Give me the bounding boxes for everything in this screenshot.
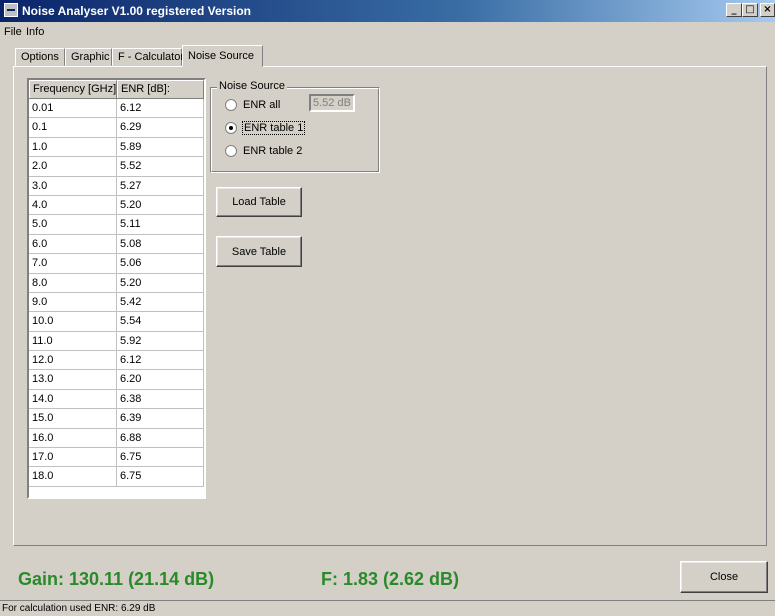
frequency-cell[interactable]: 1.0 bbox=[29, 137, 117, 158]
table-header: Frequency [GHz]: ENR [dB]: bbox=[29, 80, 204, 99]
noise-source-legend: Noise Source bbox=[217, 80, 288, 92]
frequency-cell[interactable]: 0.1 bbox=[29, 118, 117, 138]
close-button[interactable]: Close bbox=[680, 561, 768, 593]
table-row[interactable]: 12.0 6.12 bbox=[29, 351, 204, 371]
save-table-button[interactable]: Save Table bbox=[216, 236, 302, 267]
enr-cell[interactable]: 5.89 bbox=[117, 137, 204, 158]
table-row[interactable]: 8.0 5.20 bbox=[29, 273, 204, 293]
maximize-button[interactable]: □ bbox=[742, 3, 758, 17]
table-row[interactable]: 14.0 6.38 bbox=[29, 389, 204, 410]
frequency-cell[interactable]: 7.0 bbox=[29, 254, 117, 274]
enr-cell[interactable]: 6.88 bbox=[117, 428, 204, 449]
status-text: For calculation used ENR: 6.29 dB bbox=[2, 603, 156, 614]
radio-enr-table-2[interactable]: ENR table 2 bbox=[225, 143, 302, 159]
enr-cell[interactable]: 6.12 bbox=[117, 99, 204, 119]
table-row[interactable]: 1.0 5.89 bbox=[29, 137, 204, 158]
table-row[interactable]: 15.0 6.39 bbox=[29, 409, 204, 429]
table-row[interactable]: 0.1 6.29 bbox=[29, 118, 204, 138]
enr-cell[interactable]: 5.06 bbox=[117, 254, 204, 274]
table-row[interactable]: 6.0 5.08 bbox=[29, 234, 204, 255]
frequency-cell[interactable]: 9.0 bbox=[29, 292, 117, 313]
enr-cell[interactable]: 6.20 bbox=[117, 370, 204, 390]
title-bar: Noise Analyser V1.00 registered Version … bbox=[0, 0, 775, 22]
table-row[interactable]: 3.0 5.27 bbox=[29, 176, 204, 196]
radio-enr-table-2-circle[interactable] bbox=[225, 145, 237, 157]
table-body: 0.01 6.12 0.1 6.29 1.0 5.89 2.0 5.52 3.0 5.27 4.0 5… bbox=[29, 99, 204, 487]
enr-cell[interactable]: 5.54 bbox=[117, 312, 204, 332]
enr-cell[interactable]: 5.08 bbox=[117, 234, 204, 255]
enr-cell[interactable]: 5.42 bbox=[117, 292, 204, 313]
noise-figure-result: F: 1.83 (2.62 dB) bbox=[321, 569, 460, 589]
frequency-cell[interactable]: 12.0 bbox=[29, 351, 117, 371]
frequency-cell[interactable]: 14.0 bbox=[29, 389, 117, 410]
table-row[interactable]: 10.0 5.54 bbox=[29, 312, 204, 332]
radio-enr-table-1-label[interactable]: ENR table 1 bbox=[241, 121, 306, 135]
table-row[interactable]: 16.0 6.88 bbox=[29, 428, 204, 449]
frequency-cell[interactable]: 18.0 bbox=[29, 467, 117, 487]
enr-cell[interactable]: 6.75 bbox=[117, 448, 204, 468]
table-row[interactable]: 17.0 6.75 bbox=[29, 448, 204, 468]
frequency-cell[interactable]: 2.0 bbox=[29, 157, 117, 177]
radio-enr-all-label[interactable]: ENR all bbox=[243, 99, 280, 111]
app-icon bbox=[4, 3, 18, 17]
load-table-button[interactable]: Load Table bbox=[216, 187, 302, 217]
enr-cell[interactable]: 5.92 bbox=[117, 331, 204, 352]
enr-cell[interactable]: 6.39 bbox=[117, 409, 204, 429]
status-bar: For calculation used ENR: 6.29 dB bbox=[0, 600, 775, 616]
frequency-cell[interactable]: 0.01 bbox=[29, 99, 117, 119]
frequency-cell[interactable]: 5.0 bbox=[29, 215, 117, 235]
table-row[interactable]: 4.0 5.20 bbox=[29, 195, 204, 216]
table-row[interactable]: 2.0 5.52 bbox=[29, 157, 204, 177]
table-row[interactable]: 11.0 5.92 bbox=[29, 331, 204, 352]
radio-enr-all-circle[interactable] bbox=[225, 99, 237, 111]
minimize-button[interactable]: _ bbox=[726, 3, 742, 17]
frequency-cell[interactable]: 13.0 bbox=[29, 370, 117, 390]
tab-options[interactable]: Options bbox=[15, 48, 65, 66]
window-title: Noise Analyser V1.00 registered Version bbox=[22, 4, 252, 18]
tab-graphic[interactable]: Graphic bbox=[65, 48, 112, 66]
enr-cell[interactable]: 6.75 bbox=[117, 467, 204, 487]
enr-cell[interactable]: 5.11 bbox=[117, 215, 204, 235]
frequency-cell[interactable]: 4.0 bbox=[29, 195, 117, 216]
radio-enr-table-2-label[interactable]: ENR table 2 bbox=[243, 145, 302, 157]
table-row[interactable]: 7.0 5.06 bbox=[29, 254, 204, 274]
frequency-cell[interactable]: 16.0 bbox=[29, 428, 117, 449]
enr-cell[interactable]: 6.12 bbox=[117, 351, 204, 371]
close-window-button[interactable]: × bbox=[760, 3, 775, 17]
tab-noise-source[interactable]: Noise Source bbox=[182, 45, 263, 67]
menu-bar: File Info bbox=[0, 22, 775, 42]
enr-cell[interactable]: 6.38 bbox=[117, 389, 204, 410]
frequency-cell[interactable]: 8.0 bbox=[29, 273, 117, 293]
menu-info[interactable]: Info bbox=[26, 26, 44, 38]
header-enr[interactable]: ENR [dB]: bbox=[117, 80, 204, 98]
noise-source-group: Noise Source ENR all ENR table 1 ENR tab… bbox=[210, 80, 380, 173]
frequency-cell[interactable]: 15.0 bbox=[29, 409, 117, 429]
tab-f-calculator[interactable]: F - Calculator bbox=[112, 48, 184, 66]
frequency-cell[interactable]: 6.0 bbox=[29, 234, 117, 255]
enr-cell[interactable]: 5.52 bbox=[117, 157, 204, 177]
header-frequency[interactable]: Frequency [GHz]: bbox=[29, 80, 117, 98]
table-row[interactable]: 13.0 6.20 bbox=[29, 370, 204, 390]
radio-enr-table-1[interactable]: ENR table 1 bbox=[225, 120, 306, 136]
frequency-cell[interactable]: 10.0 bbox=[29, 312, 117, 332]
radio-enr-all[interactable]: ENR all bbox=[225, 97, 280, 113]
table-row[interactable]: 9.0 5.42 bbox=[29, 292, 204, 313]
enr-all-value-input[interactable] bbox=[309, 94, 355, 112]
enr-cell[interactable]: 5.20 bbox=[117, 273, 204, 293]
frequency-cell[interactable]: 11.0 bbox=[29, 331, 117, 352]
table-row[interactable]: 18.0 6.75 bbox=[29, 467, 204, 487]
radio-enr-table-1-circle[interactable] bbox=[225, 122, 237, 134]
frequency-cell[interactable]: 3.0 bbox=[29, 176, 117, 196]
enr-cell[interactable]: 6.29 bbox=[117, 118, 204, 138]
gain-result: Gain: 130.11 (21.14 dB) bbox=[18, 569, 215, 589]
enr-table[interactable]: Frequency [GHz]: ENR [dB]: 0.01 6.12 0.1 6.… bbox=[27, 78, 206, 499]
frequency-cell[interactable]: 17.0 bbox=[29, 448, 117, 468]
table-row[interactable]: 5.0 5.11 bbox=[29, 215, 204, 235]
table-row[interactable]: 0.01 6.12 bbox=[29, 99, 204, 119]
enr-cell[interactable]: 5.20 bbox=[117, 195, 204, 216]
menu-file[interactable]: File bbox=[4, 26, 22, 38]
enr-cell[interactable]: 5.27 bbox=[117, 176, 204, 196]
